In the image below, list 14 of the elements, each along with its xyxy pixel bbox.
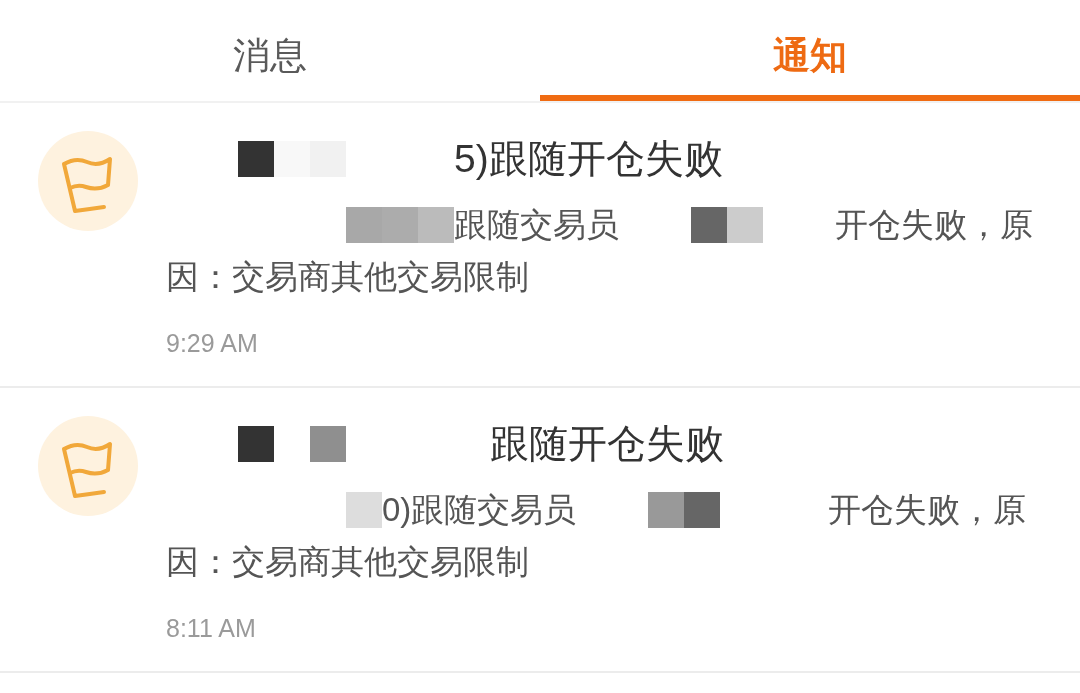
notification-title: 跟随开仓失败 [490,420,724,467]
redaction-mosaic [346,492,382,528]
flag-icon [38,416,138,516]
notification-message: 因：交易商其他交易限制 [166,257,529,297]
flag-icon [38,131,138,231]
notification-title: 5)跟随开仓失败 [454,135,723,182]
notification-message: 0)跟随交易员 [382,490,577,530]
notification-message: 开仓失败，原 [835,205,1033,245]
notification-time: 9:29 AM [166,328,258,359]
notification-message: 因：交易商其他交易限制 [166,542,529,582]
redaction-mosaic [691,207,763,243]
notification-message: 开仓失败，原 [828,490,1027,530]
notification-time: 8:11 AM [166,613,256,644]
notification-message: 跟随交易员 [454,205,619,245]
